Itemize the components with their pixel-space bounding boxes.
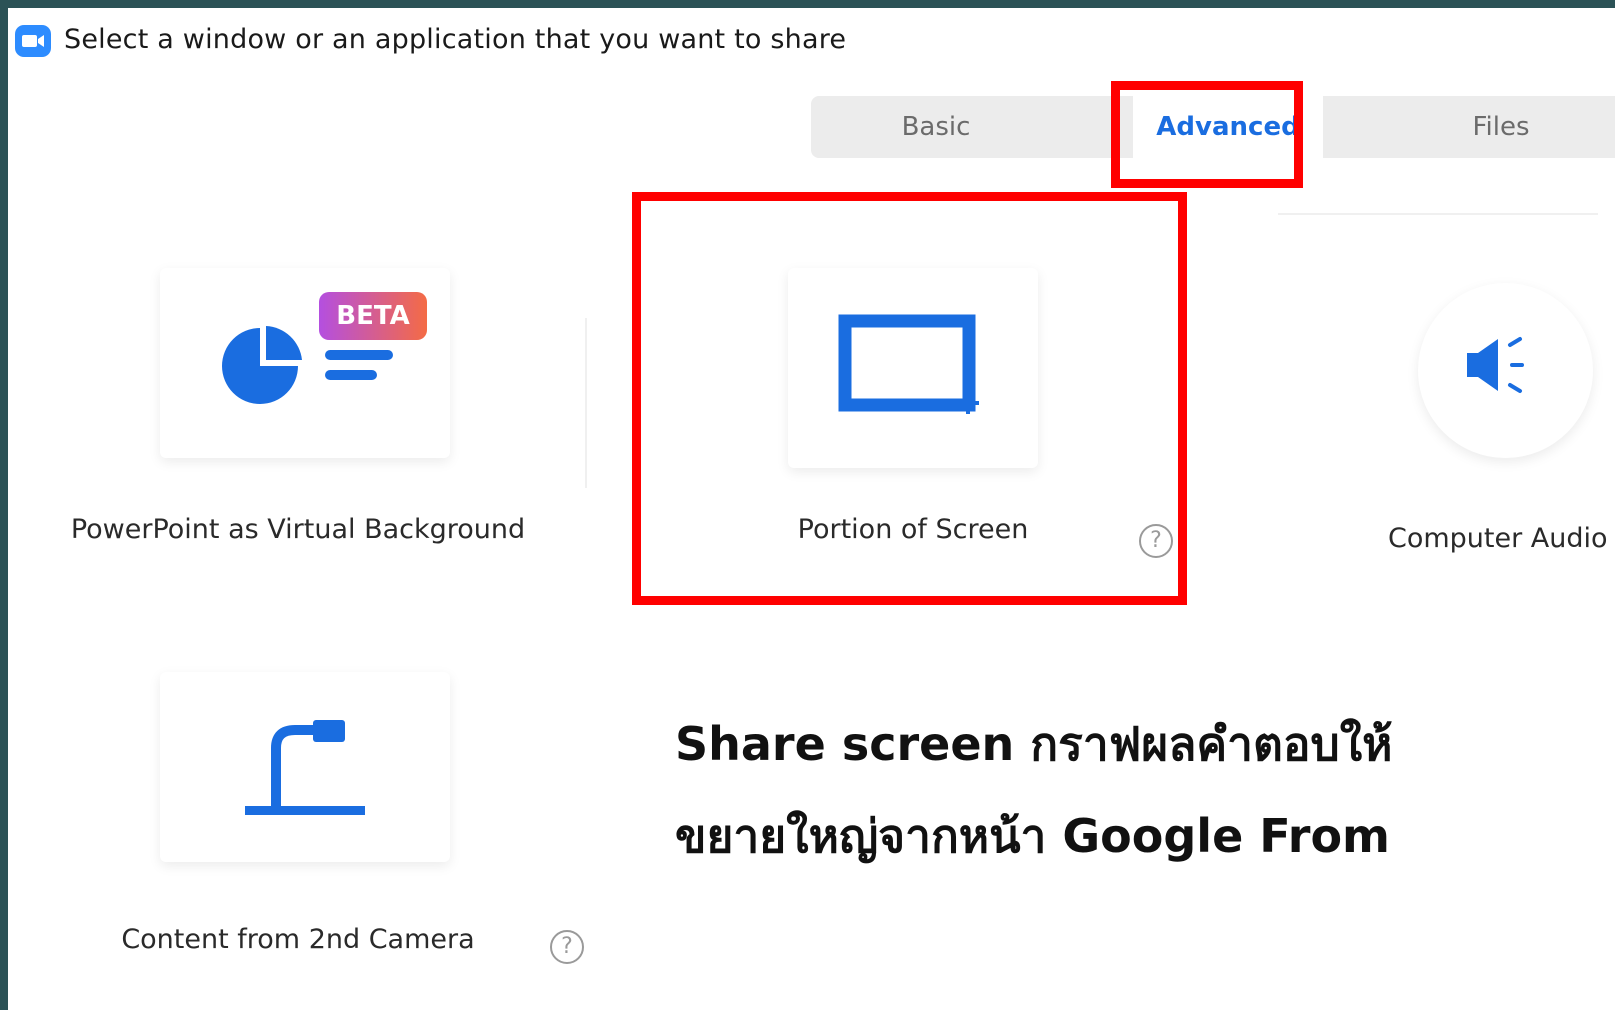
advanced-tab-highlight	[1111, 81, 1303, 188]
tab-basic[interactable]: Basic	[811, 96, 1061, 158]
tab-files[interactable]: Files	[1391, 96, 1611, 158]
portion-of-screen-highlight	[632, 192, 1187, 605]
annotation-text: Share screen กราฟผลคำตอบให้ ขยายใหญ่จากห…	[675, 698, 1393, 882]
beta-badge: BETA	[319, 292, 427, 340]
title-bar: Select a window or an application that y…	[8, 8, 1615, 68]
option-label: Content from 2nd Camera	[121, 924, 475, 955]
option-computer-audio[interactable]: Computer Audio	[1268, 223, 1615, 603]
annotation-line-1: Share screen กราฟผลคำตอบให้	[675, 717, 1393, 771]
row-divider	[1278, 213, 1598, 215]
dialog-title: Select a window or an application that y…	[64, 24, 847, 55]
help-icon[interactable]: ?	[550, 930, 584, 964]
speaker-icon	[1467, 337, 1524, 393]
option-content-from-2nd-camera[interactable]: Content from 2nd Camera ?	[28, 648, 588, 988]
option-label: Computer Audio	[1388, 523, 1608, 554]
column-divider	[585, 318, 587, 488]
option-powerpoint-virtual-background[interactable]: PowerPoint as Virtual Background	[28, 198, 568, 578]
document-camera-icon	[245, 720, 365, 815]
annotation-line-2: ขยายใหญ่จากหน้า Google From	[675, 809, 1390, 863]
zoom-app-icon	[15, 25, 51, 57]
option-label: PowerPoint as Virtual Background	[70, 514, 526, 545]
share-screen-dialog: Select a window or an application that y…	[8, 8, 1615, 1010]
